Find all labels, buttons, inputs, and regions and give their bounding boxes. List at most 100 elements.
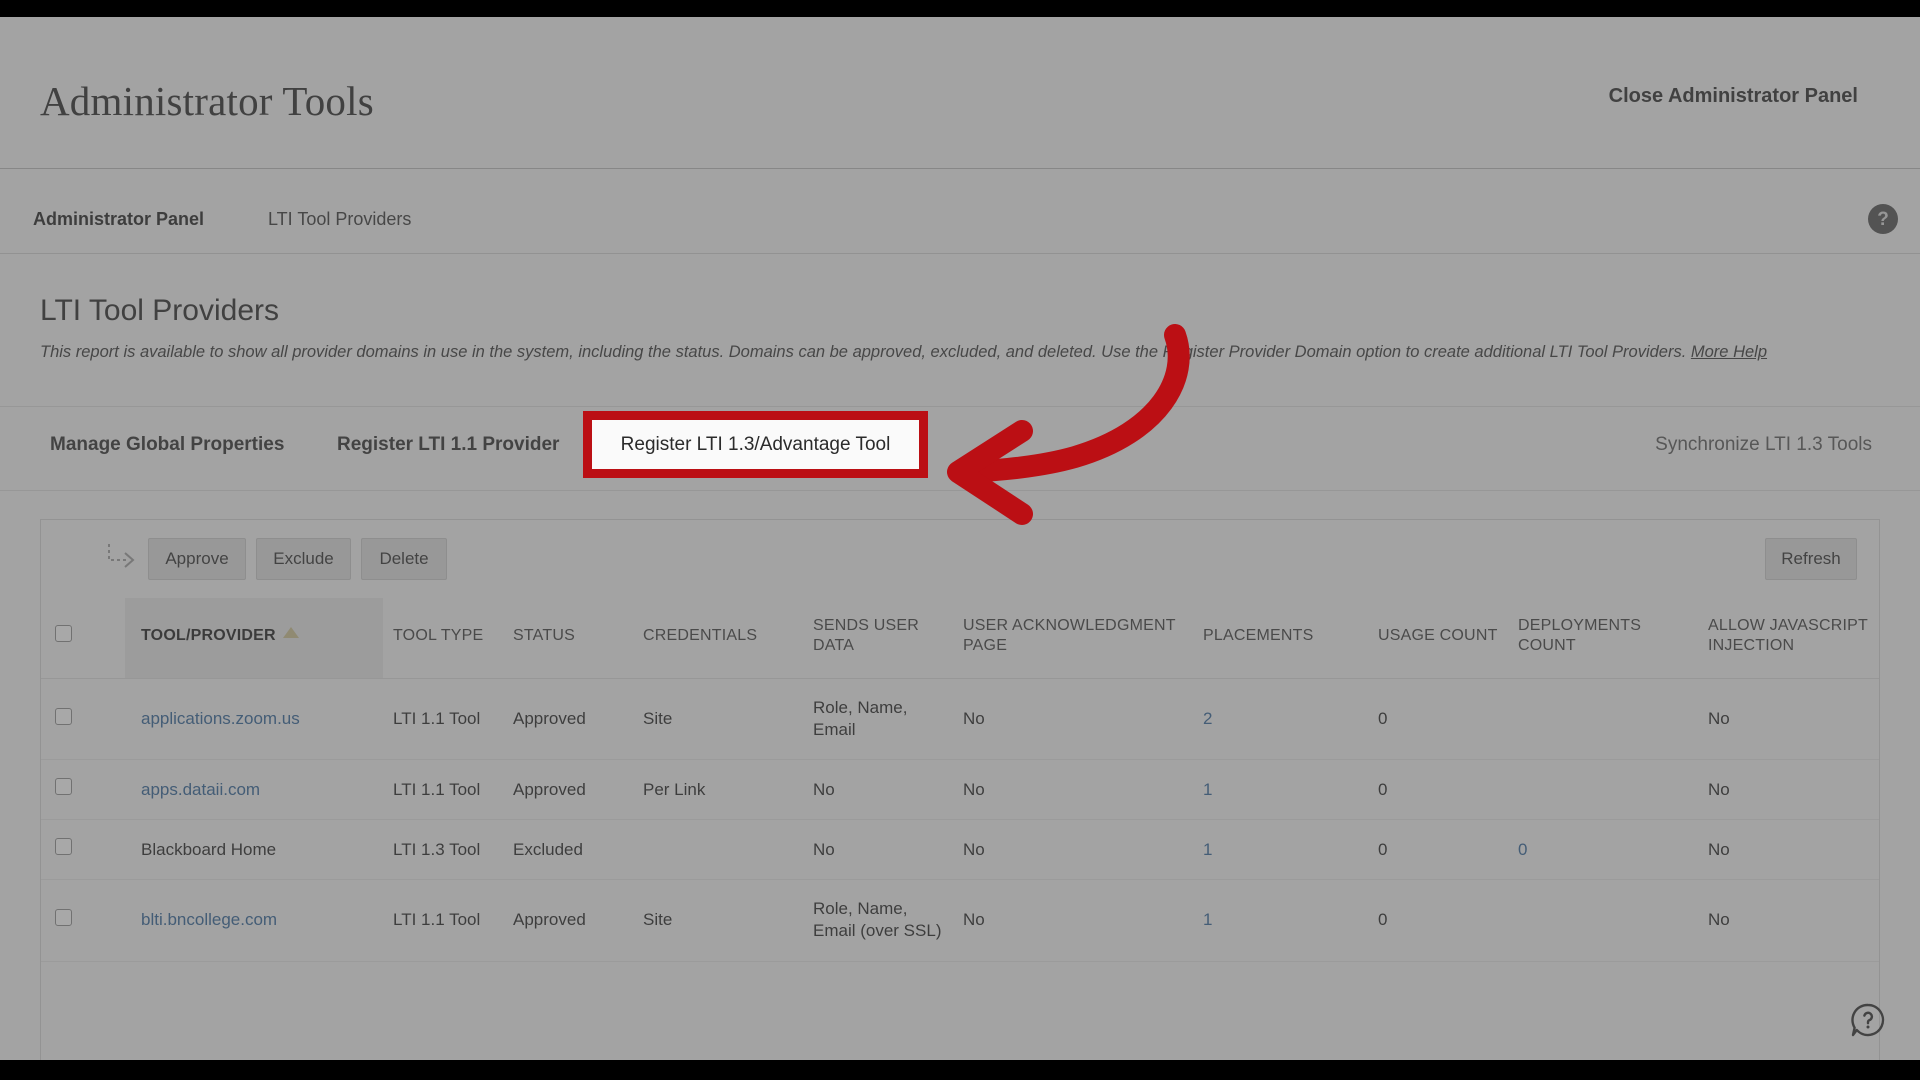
row-checkbox[interactable] xyxy=(55,778,72,796)
sort-ascending-triangle-icon[interactable] xyxy=(282,627,299,638)
row-checkbox[interactable] xyxy=(55,838,72,856)
admin-page: Administrator Tools Close Administrator … xyxy=(0,17,1920,1060)
section-title: LTI Tool Providers xyxy=(40,294,279,327)
column-header-user-acknowledgment-page[interactable]: USER ACKNOWLEDGMENT PAGE xyxy=(953,598,1193,679)
tool-type-value: LTI 1.1 Tool xyxy=(393,779,481,799)
table-row: Blackboard Home LTI 1.3 Tool Excluded No No 1… xyxy=(41,819,1879,881)
tool-provider-link[interactable]: blti.bncollege.com xyxy=(141,910,277,929)
description-text: This report is available to show all pro… xyxy=(40,343,1691,361)
usage-count-value: 0 xyxy=(1378,839,1388,859)
cell-usage-count: 0 xyxy=(1368,759,1508,821)
row-select-cell xyxy=(41,678,125,761)
allow-javascript-injection-value: No xyxy=(1708,779,1730,799)
placements-link[interactable]: 1 xyxy=(1203,840,1212,859)
cell-credentials xyxy=(633,819,803,881)
tool-provider-link[interactable]: applications.zoom.us xyxy=(141,709,300,728)
usage-count-value: 0 xyxy=(1378,910,1388,930)
row-checkbox[interactable] xyxy=(55,707,72,725)
column-header-tool-provider[interactable]: TOOL/PROVIDER xyxy=(125,598,383,679)
cell-sends-user-data: No xyxy=(803,759,953,821)
status-value: Approved xyxy=(513,779,586,799)
cell-tool-type: LTI 1.1 Tool xyxy=(383,759,503,821)
cell-tool-type: LTI 1.1 Tool xyxy=(383,879,503,962)
cell-sends-user-data: No xyxy=(803,819,953,881)
sends-user-data-value: Role, Name, Email (over SSL) xyxy=(813,899,942,941)
cell-deployments-count: 0 xyxy=(1508,819,1698,881)
credentials-value: Per Link xyxy=(643,779,706,799)
top-bar: Administrator Tools Close Administrator … xyxy=(0,17,1920,169)
cell-placements: 1 xyxy=(1193,879,1368,962)
cell-tool-type: LTI 1.1 Tool xyxy=(383,678,503,761)
more-help-link[interactable]: More Help xyxy=(1691,343,1767,361)
cell-user-acknowledgment-page: No xyxy=(953,819,1193,881)
approve-button[interactable]: Approve xyxy=(148,538,246,580)
cell-credentials: Site xyxy=(633,678,803,761)
exclude-button[interactable]: Exclude xyxy=(256,538,351,580)
lti-tool-providers-table: TOOL/PROVIDER TOOL TYPE STATUS CREDENTIA… xyxy=(41,598,1879,962)
placements-link[interactable]: 1 xyxy=(1203,780,1212,799)
placements-link[interactable]: 1 xyxy=(1203,910,1212,929)
help-icon[interactable]: ? xyxy=(1868,204,1898,234)
column-header-tool-type[interactable]: TOOL TYPE xyxy=(383,598,503,679)
column-header-credentials[interactable]: CREDENTIALS xyxy=(633,598,803,679)
column-header-usage-count[interactable]: USAGE COUNT xyxy=(1368,598,1508,679)
select-all-checkbox[interactable] xyxy=(55,624,72,642)
tool-provider-link[interactable]: apps.dataii.com xyxy=(141,780,260,799)
cell-tool-type: LTI 1.3 Tool xyxy=(383,819,503,881)
row-checkbox[interactable] xyxy=(55,908,72,926)
allow-javascript-injection-value: No xyxy=(1708,839,1730,859)
column-header-placements[interactable]: PLACEMENTS xyxy=(1193,598,1368,679)
column-header-tool-provider-label: TOOL/PROVIDER xyxy=(141,627,276,644)
cell-tool-provider: blti.bncollege.com xyxy=(125,879,383,962)
cell-deployments-count xyxy=(1508,879,1698,962)
browser-viewport: Administrator Tools Close Administrator … xyxy=(0,17,1920,1060)
register-lti-11-provider-button[interactable]: Register LTI 1.1 Provider xyxy=(337,434,559,456)
table-body: applications.zoom.us LTI 1.1 Tool Approved… xyxy=(41,678,1879,962)
column-header-deployments-count[interactable]: DEPLOYMENTS COUNT xyxy=(1508,598,1698,679)
column-header-allow-javascript-injection[interactable]: ALLOW JAVASCRIPT INJECTION xyxy=(1698,598,1879,679)
delete-button[interactable]: Delete xyxy=(361,538,447,580)
column-header-sends-user-data[interactable]: SENDS USER DATA xyxy=(803,598,953,679)
row-select-cell xyxy=(41,759,125,821)
sends-user-data-value: Role, Name, Email xyxy=(813,698,908,740)
cell-allow-javascript-injection: No xyxy=(1698,819,1879,881)
user-acknowledgment-page-value: No xyxy=(963,910,985,930)
user-acknowledgment-page-value: No xyxy=(963,779,985,799)
cell-usage-count: 0 xyxy=(1368,879,1508,962)
row-select-cell xyxy=(41,879,125,962)
page-title-administrator-tools: Administrator Tools xyxy=(40,78,374,124)
column-header-status[interactable]: STATUS xyxy=(503,598,633,679)
table-row: apps.dataii.com LTI 1.1 Tool Approved Per L… xyxy=(41,759,1879,821)
placements-link[interactable]: 2 xyxy=(1203,709,1212,728)
cell-placements: 2 xyxy=(1193,678,1368,761)
section-description: This report is available to show all pro… xyxy=(40,342,1860,364)
manage-global-properties-button[interactable]: Manage Global Properties xyxy=(50,434,284,456)
cell-placements: 1 xyxy=(1193,759,1368,821)
cell-usage-count: 0 xyxy=(1368,678,1508,761)
usage-count-value: 0 xyxy=(1378,709,1388,729)
breadcrumb-item-lti-tool-providers[interactable]: LTI Tool Providers xyxy=(268,209,411,230)
breadcrumb-item-administrator-panel[interactable]: Administrator Panel xyxy=(33,209,204,230)
table-row: blti.bncollege.com LTI 1.1 Tool Approved Si… xyxy=(41,879,1879,962)
allow-javascript-injection-value: No xyxy=(1708,910,1730,930)
cell-status: Approved xyxy=(503,879,633,962)
credentials-value: Site xyxy=(643,709,673,729)
refresh-button[interactable]: Refresh xyxy=(1765,538,1857,580)
cell-user-acknowledgment-page: No xyxy=(953,678,1193,761)
close-administrator-panel-button[interactable]: Close Administrator Panel xyxy=(1609,85,1858,108)
cell-tool-provider: applications.zoom.us xyxy=(125,678,383,761)
status-value: Excluded xyxy=(513,839,583,859)
table-toolbar: Approve Exclude Delete Refresh xyxy=(41,520,1879,598)
synchronize-lti-13-tools-button[interactable]: Synchronize LTI 1.3 Tools xyxy=(1655,434,1872,456)
cell-allow-javascript-injection: No xyxy=(1698,678,1879,761)
chat-question-icon[interactable] xyxy=(1848,1000,1888,1040)
tool-type-value: LTI 1.1 Tool xyxy=(393,709,481,729)
deployments-count-link[interactable]: 0 xyxy=(1518,840,1527,859)
cell-deployments-count xyxy=(1508,678,1698,761)
table-row: applications.zoom.us LTI 1.1 Tool Approved… xyxy=(41,678,1879,761)
cell-allow-javascript-injection: No xyxy=(1698,879,1879,962)
table-header-row: TOOL/PROVIDER TOOL TYPE STATUS CREDENTIA… xyxy=(41,598,1879,679)
tool-type-value: LTI 1.1 Tool xyxy=(393,910,481,930)
cell-sends-user-data: Role, Name, Email (over SSL) xyxy=(803,879,953,962)
flow-arrow-icon xyxy=(107,542,137,576)
